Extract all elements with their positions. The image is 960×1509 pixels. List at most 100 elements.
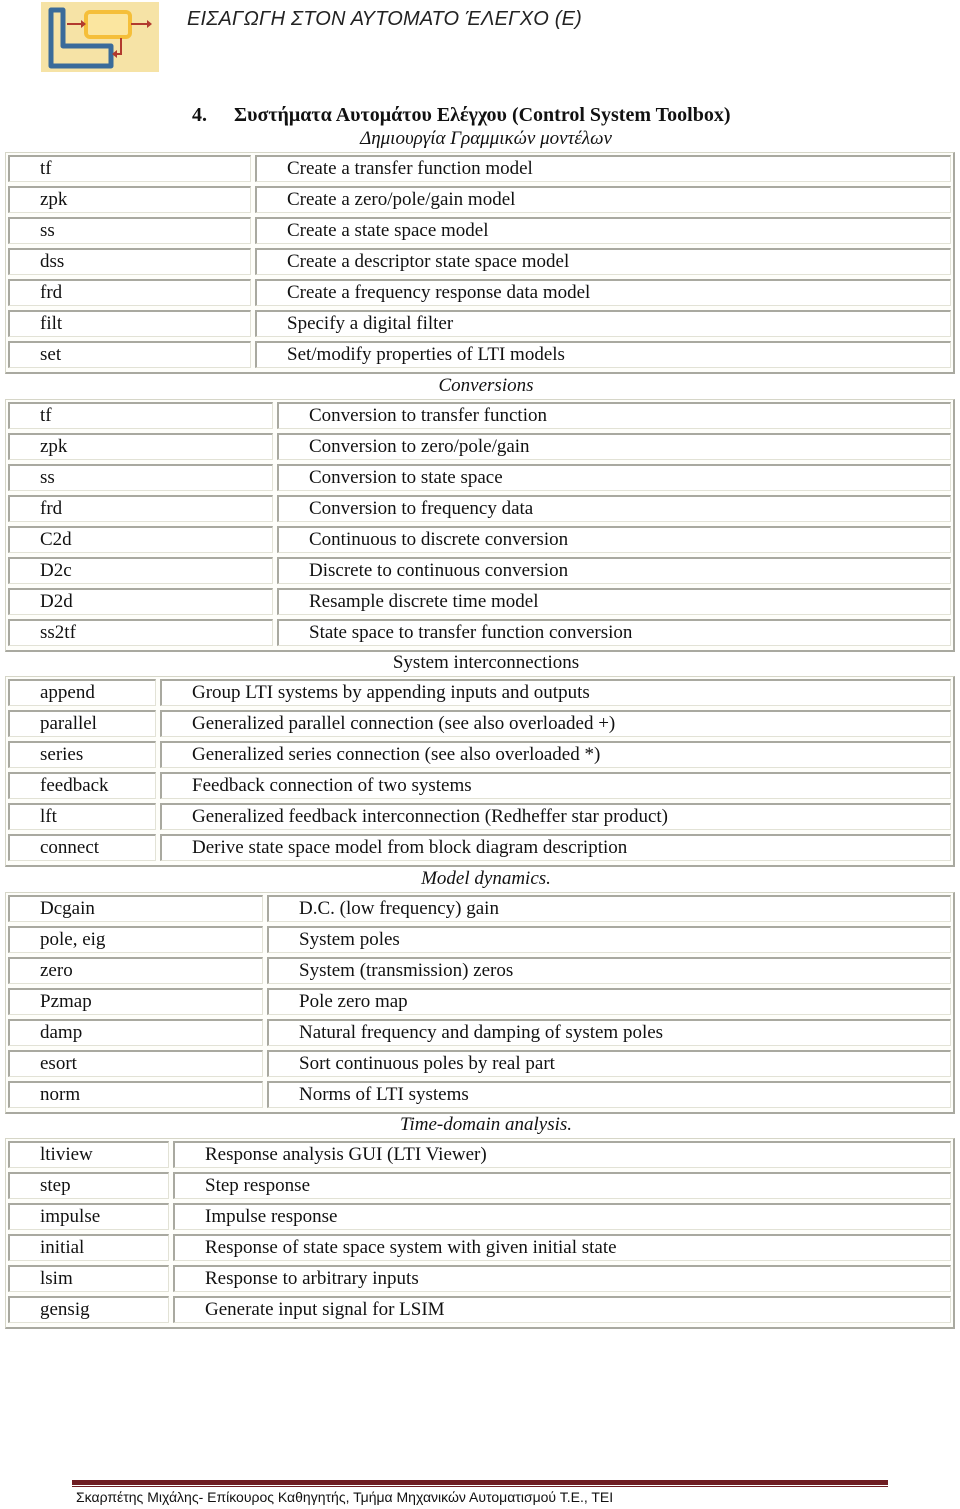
command-name: norm (8, 1081, 263, 1108)
command-description: Create a zero/pole/gain model (255, 186, 951, 213)
command-name: lft (8, 803, 156, 830)
command-name: D2d (8, 588, 273, 615)
command-description: Feedback connection of two systems (160, 772, 951, 799)
table-row: append Group LTI systems by appending inp… (6, 677, 953, 708)
table-row: impulse Impulse response (6, 1201, 953, 1232)
command-description: Create a descriptor state space model (255, 248, 951, 275)
command-description: System (transmission) zeros (267, 957, 951, 984)
table-row: frd Create a frequency response data mode… (6, 277, 953, 308)
table-bottom-padding (6, 370, 953, 372)
command-description: Response to arbitrary inputs (173, 1265, 951, 1292)
command-name: D2c (8, 557, 273, 584)
command-name: C2d (8, 526, 273, 553)
table-row: connect Derive state space model from blo… (6, 832, 953, 863)
subsection-heading-model-dynamics: Model dynamics. (421, 868, 551, 889)
table-row: C2d Continuous to discrete conversion (6, 524, 953, 555)
table-row: damp Natural frequency and damping of sys… (6, 1017, 953, 1048)
command-description: Sort continuous poles by real part (267, 1050, 951, 1077)
command-name: impulse (8, 1203, 169, 1230)
command-description: Impulse response (173, 1203, 951, 1230)
table-row: tf Create a transfer function model (6, 153, 953, 184)
table-row: tf Conversion to transfer function (6, 400, 953, 431)
table-row: step Step response (6, 1170, 953, 1201)
command-description: Pole zero map (267, 988, 951, 1015)
command-description: D.C. (low frequency) gain (267, 895, 951, 922)
table-bottom-padding (6, 863, 953, 865)
table-row: ss Create a state space model (6, 215, 953, 246)
command-description: Response of state space system with give… (173, 1234, 951, 1261)
footer-text: Σκαρπέτης Μιχάλης- Επίκουρος Καθηγητής, … (76, 1489, 614, 1505)
command-description: Derive state space model from block diag… (160, 834, 951, 861)
command-name: esort (8, 1050, 263, 1077)
table-row: ss2tf State space to transfer function co… (6, 617, 953, 648)
command-description: Natural frequency and damping of system … (267, 1019, 951, 1046)
table-row: set Set/modify properties of LTI models (6, 339, 953, 370)
table-row: zero System (transmission) zeros (6, 955, 953, 986)
command-table-interconnections: append Group LTI systems by appending inp… (5, 676, 955, 867)
table-bottom-padding (6, 1110, 953, 1112)
command-description: Generalized series connection (see also … (160, 741, 951, 768)
table-row: Dcgain D.C. (low frequency) gain (6, 893, 953, 924)
command-description: Generalized parallel connection (see als… (160, 710, 951, 737)
table-row: feedback Feedback connection of two syste… (6, 770, 953, 801)
command-description: Generalized feedback interconnection (Re… (160, 803, 951, 830)
command-name: series (8, 741, 156, 768)
command-name: ss2tf (8, 619, 273, 646)
table-row: pole, eig System poles (6, 924, 953, 955)
table-row: lft Generalized feedback interconnection … (6, 801, 953, 832)
command-table-model-dynamics: Dcgain D.C. (low frequency) gain pole, eig… (5, 892, 955, 1114)
command-description: Create a state space model (255, 217, 951, 244)
table-bottom-padding (6, 1325, 953, 1327)
table-row: gensig Generate input signal for LSIM (6, 1294, 953, 1325)
command-description: Set/modify properties of LTI models (255, 341, 951, 368)
command-name: connect (8, 834, 156, 861)
table-row: series Generalized series connection (see… (6, 739, 953, 770)
command-description: Step response (173, 1172, 951, 1199)
command-description: Resample discrete time model (277, 588, 951, 615)
command-name: ltiview (8, 1141, 169, 1168)
command-name: zpk (8, 433, 273, 460)
table-row: D2c Discrete to continuous conversion (6, 555, 953, 586)
command-description: Discrete to continuous conversion (277, 557, 951, 584)
table-row: D2d Resample discrete time model (6, 586, 953, 617)
command-description: Conversion to frequency data (277, 495, 951, 522)
command-name: tf (8, 155, 251, 182)
table-row: parallel Generalized parallel connection … (6, 708, 953, 739)
subsection-heading-interconnections: System interconnections (392, 652, 580, 673)
command-table-creation: tf Create a transfer function model zpk Cre… (5, 152, 955, 374)
section-number: 4. (192, 104, 207, 126)
command-description: Group LTI systems by appending inputs an… (160, 679, 951, 706)
command-description: Continuous to discrete conversion (277, 526, 951, 553)
table-row: dss Create a descriptor state space model (6, 246, 953, 277)
command-name: gensig (8, 1296, 169, 1323)
subsection-heading-conversions: Conversions (438, 375, 534, 396)
table-row: frd Conversion to frequency data (6, 493, 953, 524)
table-row: lsim Response to arbitrary inputs (6, 1263, 953, 1294)
command-name: damp (8, 1019, 263, 1046)
command-name: initial (8, 1234, 169, 1261)
section-title-text: Συστήματα Αυτομάτου Ελέγχου (Control Sys… (234, 104, 731, 126)
command-name: step (8, 1172, 169, 1199)
control-loop-logo-icon (41, 2, 159, 72)
command-table-time-domain: ltiview Response analysis GUI (LTI Viewer… (5, 1138, 955, 1329)
command-name: lsim (8, 1265, 169, 1292)
command-name: zero (8, 957, 263, 984)
command-description: Conversion to state space (277, 464, 951, 491)
table-row: esort Sort continuous poles by real part (6, 1048, 953, 1079)
command-description: Conversion to transfer function (277, 402, 951, 429)
command-description: Response analysis GUI (LTI Viewer) (173, 1141, 951, 1168)
command-description: Specify a digital filter (255, 310, 951, 337)
footer-rule-thin (72, 1486, 888, 1487)
command-description: Conversion to zero/pole/gain (277, 433, 951, 460)
command-description: System poles (267, 926, 951, 953)
command-name: ss (8, 217, 251, 244)
command-name: pole, eig (8, 926, 263, 953)
command-name: Dcgain (8, 895, 263, 922)
command-name: filt (8, 310, 251, 337)
command-name: ss (8, 464, 273, 491)
subsection-heading-creation: Δημιουργία Γραμμικών μοντέλων (360, 128, 612, 149)
command-description: Norms of LTI systems (267, 1081, 951, 1108)
command-name: tf (8, 402, 273, 429)
command-name: zpk (8, 186, 251, 213)
table-row: norm Norms of LTI systems (6, 1079, 953, 1110)
